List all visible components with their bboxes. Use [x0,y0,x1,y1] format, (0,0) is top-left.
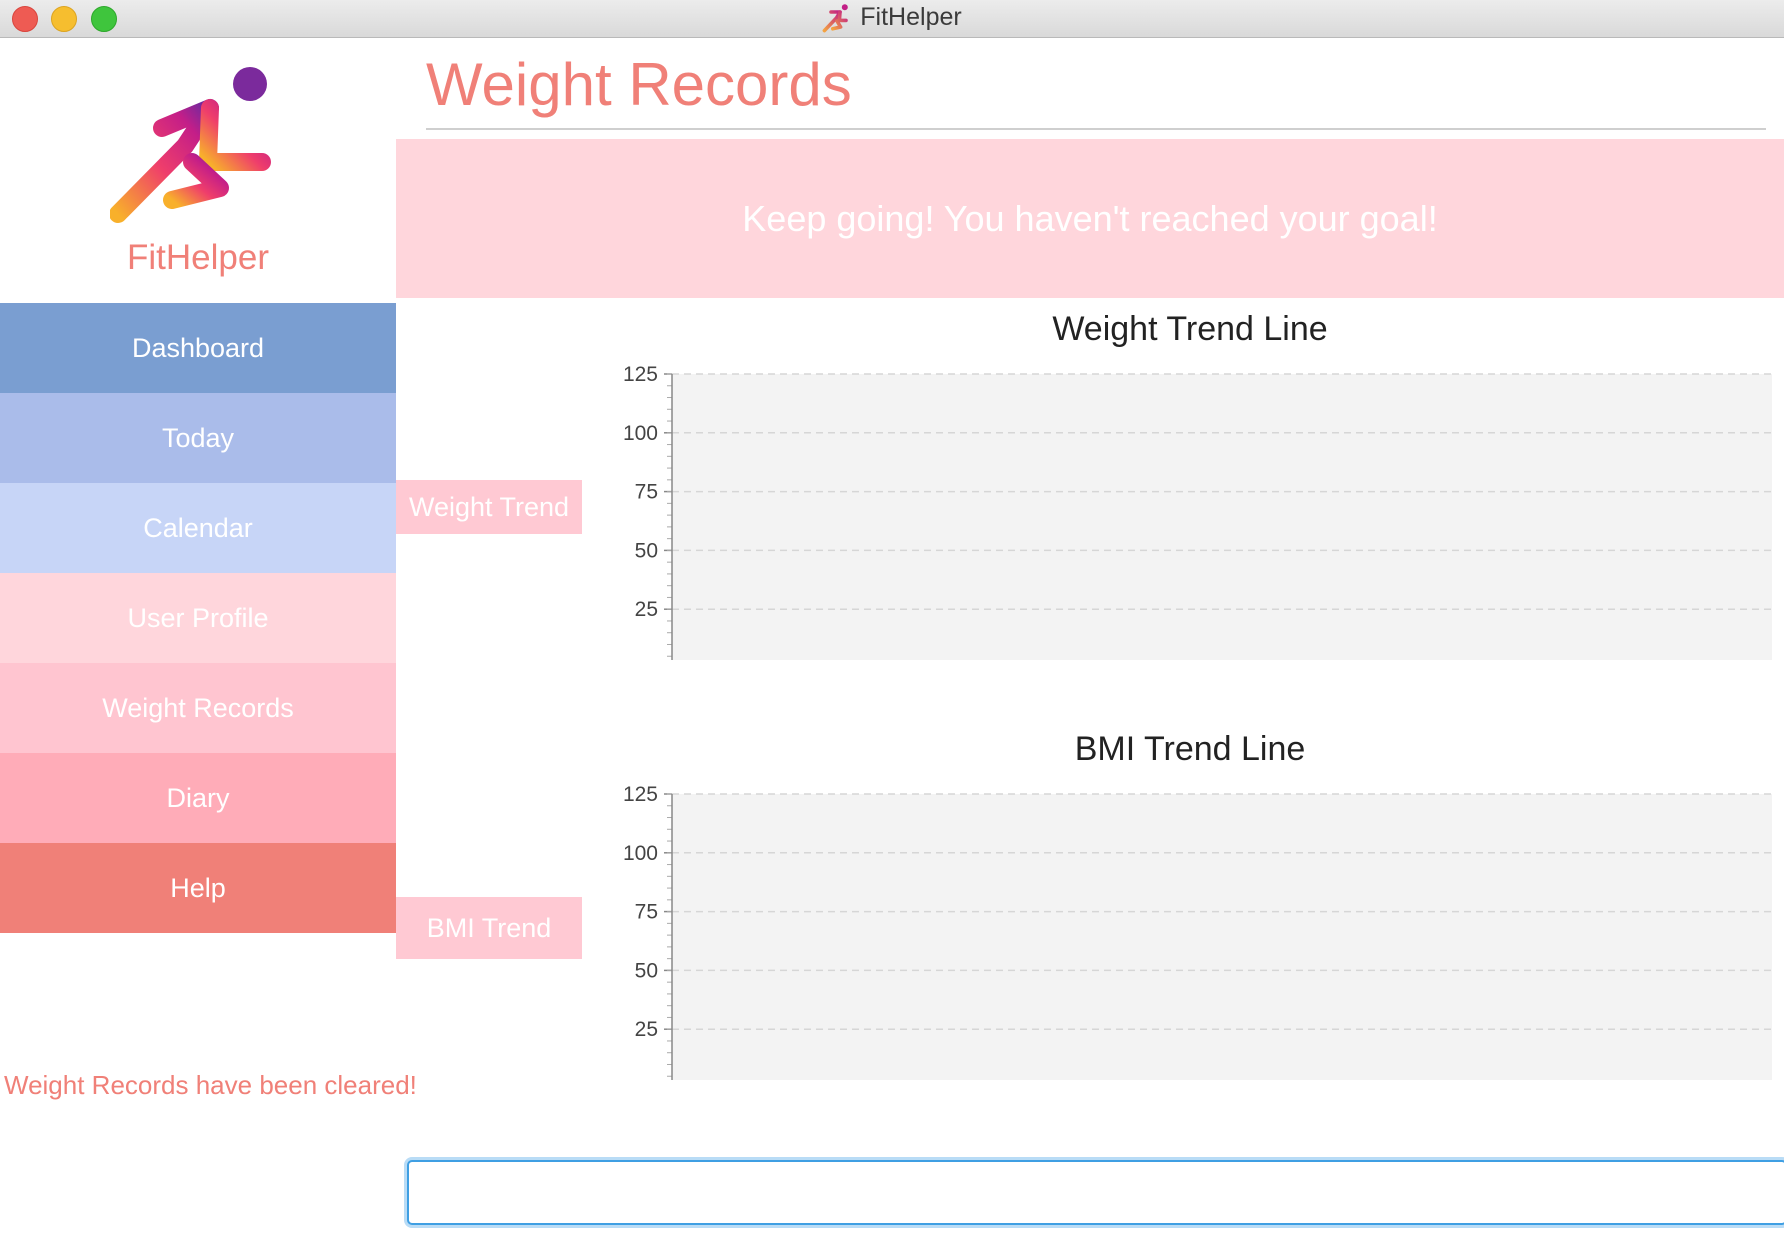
y-tick-label: 75 [635,901,658,924]
y-tick-label: 100 [623,422,658,445]
window-titlebar: FitHelper [0,0,1784,38]
window-title: FitHelper [860,3,962,31]
sidebar-item-dashboard[interactable]: Dashboard [0,303,396,393]
title-divider [426,128,1766,130]
sidebar-item-help[interactable]: Help [0,843,396,933]
plot-area [672,374,1772,660]
sidebar: FitHelper Dashboard Today Calendar User … [0,38,417,1238]
y-tick-label: 125 [623,363,658,386]
bmi-trend-chart: 0 25 50 75 100 125 [623,783,1772,1080]
bmi-trend-tag: BMI Trend [396,897,582,959]
sidebar-nav: Dashboard Today Calendar User Profile We… [0,303,396,933]
y-tick-label: 100 [623,842,658,865]
y-tick-label: 75 [635,481,658,504]
bmi-chart-title: BMI Trend Line [1074,730,1306,768]
command-input[interactable] [407,1160,1784,1225]
window-title-wrap: FitHelper [0,3,1784,33]
page-title: Weight Records [426,51,852,118]
y-tick-label: 25 [635,1018,658,1041]
y-tick-label: 50 [635,959,658,982]
sidebar-item-user-profile[interactable]: User Profile [0,573,396,663]
running-man-icon [110,67,271,223]
y-tick-label: 125 [623,783,658,806]
y-tick-label: 0 [646,657,658,660]
sidebar-item-weight-records[interactable]: Weight Records [0,663,396,753]
goal-banner: Keep going! You haven't reached your goa… [396,139,1784,298]
running-man-icon [822,4,849,33]
plot-area [672,794,1772,1080]
sidebar-item-diary[interactable]: Diary [0,753,396,843]
y-tick-label: 50 [635,539,658,562]
y-tick-label: 25 [635,598,658,621]
y-tick-label: 0 [646,1077,658,1080]
sidebar-item-calendar[interactable]: Calendar [0,483,396,573]
brand-name: FitHelper [127,238,269,277]
weight-trend-tag: Weight Trend [396,480,582,534]
sidebar-item-today[interactable]: Today [0,393,396,483]
weight-trend-chart: 0 25 50 75 100 125 [623,363,1772,660]
weight-chart-title: Weight Trend Line [1052,310,1328,348]
status-message: Weight Records have been cleared! [4,1070,417,1100]
